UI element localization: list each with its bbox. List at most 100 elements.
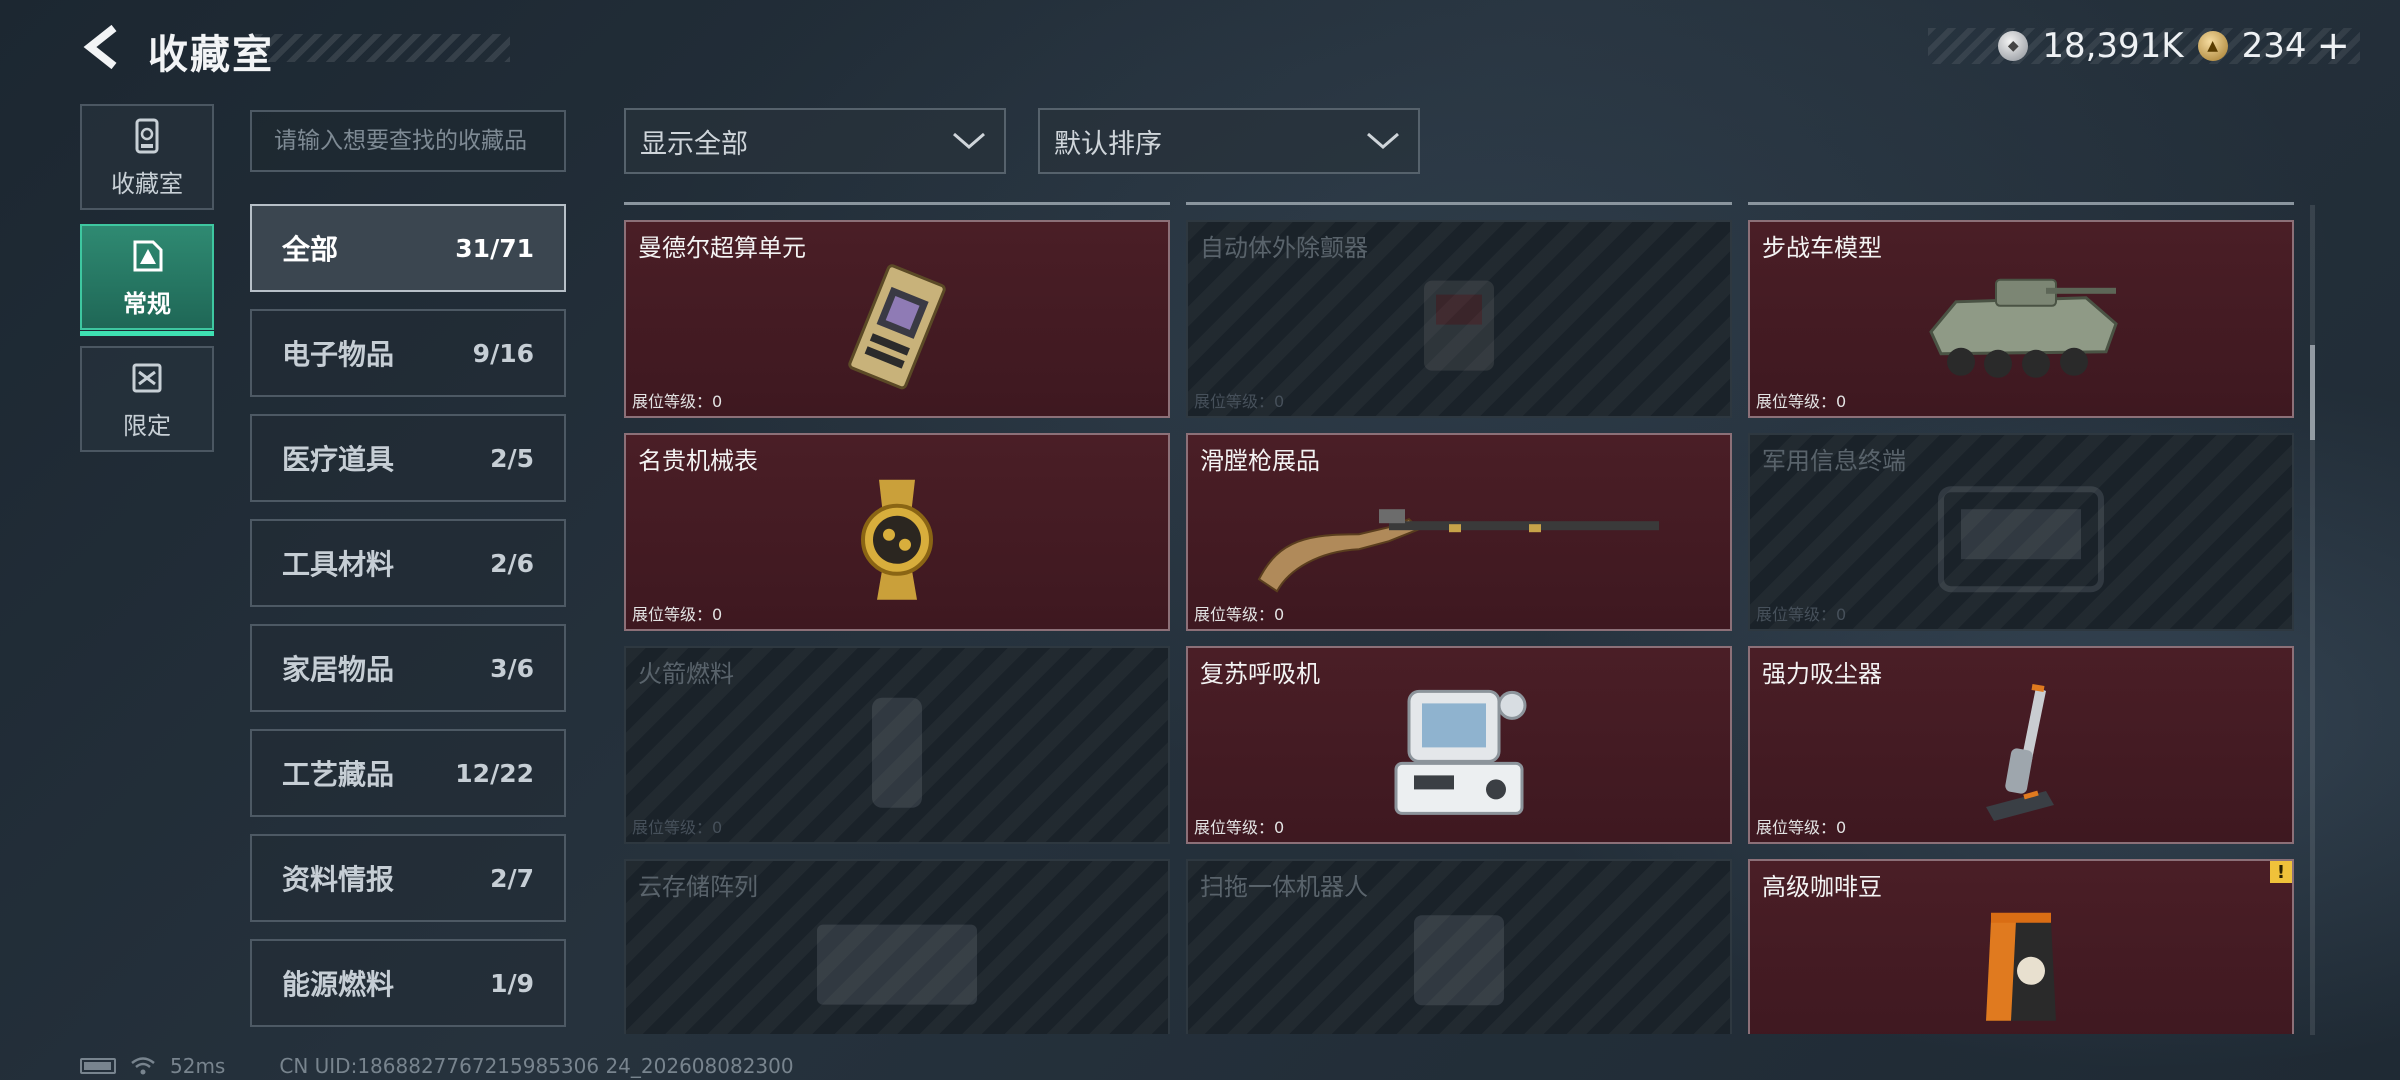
sort-dropdown[interactable]: 默认排序 xyxy=(1038,108,1420,174)
back-arrow-icon xyxy=(83,24,117,70)
status-bar: 52ms CN UID:1868827767215985306 24_20260… xyxy=(80,1054,794,1078)
currency-bar: ◆ 18,391K ▲ 234 + xyxy=(1928,23,2360,69)
item-name: 高级咖啡豆 xyxy=(1762,873,1882,901)
item-level: 展位等级：0 xyxy=(632,392,723,411)
item-level: 展位等级：0 xyxy=(632,605,723,624)
category-count: 3/6 xyxy=(490,653,534,683)
limited-crossed-icon xyxy=(132,363,162,392)
category-count: 1/9 xyxy=(490,968,534,998)
item-level: 展位等级：0 xyxy=(1756,392,1847,411)
gold-coin-icon: ▲ xyxy=(2197,31,2228,61)
item-name: 自动体外除颤器 xyxy=(1200,234,1368,262)
ventilator-icon xyxy=(1394,689,1527,815)
item-name: 名贵机械表 xyxy=(638,447,758,475)
collection-card-robot-vacuum[interactable]: 扫拖一体机器人 xyxy=(1186,859,1732,1034)
item-name: 步战车模型 xyxy=(1762,234,1882,262)
collection-card-rocket-fuel[interactable]: 火箭燃料 展位等级：0 xyxy=(624,646,1170,844)
item-name: 滑膛枪展品 xyxy=(1200,447,1320,475)
category-count: 31/71 xyxy=(455,233,534,263)
collection-card-storage-array[interactable]: 云存储阵列 xyxy=(624,859,1170,1034)
defibrillator-icon xyxy=(1424,280,1494,371)
show-filter-value: 显示全部 xyxy=(640,128,748,160)
mode-tab-collection-room[interactable]: 收藏室 xyxy=(80,104,214,210)
category-intel[interactable]: 资料情报 2/7 xyxy=(250,834,566,922)
chevron-down-icon xyxy=(1367,132,1399,149)
item-name: 强力吸尘器 xyxy=(1762,660,1882,688)
title-decoration xyxy=(255,34,510,62)
add-currency-button[interactable]: + xyxy=(2316,23,2350,69)
supercomputer-unit-icon xyxy=(848,264,946,390)
category-crafts[interactable]: 工艺藏品 12/22 xyxy=(250,729,566,817)
item-name: 曼德尔超算单元 xyxy=(638,234,806,262)
mode-tab-label: 常规 xyxy=(123,289,171,318)
collection-card-watch[interactable]: 名贵机械表 展位等级：0 xyxy=(624,433,1170,631)
category-count: 12/22 xyxy=(455,758,534,788)
display-case-icon xyxy=(135,118,159,153)
item-name: 扫拖一体机器人 xyxy=(1200,873,1368,901)
category-label: 家居物品 xyxy=(282,653,395,686)
category-label: 全部 xyxy=(282,233,339,266)
item-level: 展位等级：0 xyxy=(1194,818,1285,837)
collection-card-ifv-model[interactable]: 步战车模型 展位等级：0 xyxy=(1748,220,2294,418)
scrollbar-thumb[interactable] xyxy=(2310,345,2315,440)
category-label: 能源燃料 xyxy=(282,968,395,1001)
category-label: 医疗道具 xyxy=(282,443,395,476)
item-level: 展位等级：0 xyxy=(1194,392,1285,411)
collection-card-coffee-beans[interactable]: 高级咖啡豆 ! xyxy=(1748,859,2294,1034)
user-uid: CN UID:1868827767215985306 24_2026080823… xyxy=(279,1054,794,1078)
item-name: 火箭燃料 xyxy=(638,660,734,688)
item-level: 展位等级：0 xyxy=(1756,818,1847,837)
grid-scrollbar[interactable] xyxy=(2310,205,2315,1035)
collection-card-defibrillator[interactable]: 自动体外除颤器 展位等级：0 xyxy=(1186,220,1732,418)
ifv-model-icon xyxy=(1929,278,2118,378)
vacuum-cleaner-icon xyxy=(1986,684,2054,821)
search-input[interactable] xyxy=(250,110,566,172)
collection-card-military-terminal[interactable]: 军用信息终端 展位等级：0 xyxy=(1748,433,2294,631)
category-count: 2/5 xyxy=(490,443,534,473)
category-label: 资料情报 xyxy=(282,863,395,896)
category-energy[interactable]: 能源燃料 1/9 xyxy=(250,939,566,1027)
top-bar: 收藏室 ◆ 18,391K ▲ 234 + xyxy=(0,0,2400,100)
category-label: 电子物品 xyxy=(282,338,395,371)
category-electronics[interactable]: 电子物品 9/16 xyxy=(250,309,566,397)
coffee-bag-icon xyxy=(1986,912,2056,1021)
military-terminal-icon xyxy=(1938,486,2104,593)
collection-card-musket[interactable]: 滑膛枪展品 展位等级：0 xyxy=(1186,433,1732,631)
category-household[interactable]: 家居物品 3/6 xyxy=(250,624,566,712)
musket-icon xyxy=(1257,509,1659,593)
mechanical-watch-icon xyxy=(861,479,933,600)
robot-vacuum-icon xyxy=(1414,915,1504,1006)
silver-coin-icon: ◆ xyxy=(1998,31,2029,61)
sort-value: 默认排序 xyxy=(1054,128,1162,160)
collection-card-vacuum[interactable]: 强力吸尘器 展位等级：0 xyxy=(1748,646,2294,844)
item-level: 展位等级：0 xyxy=(632,818,723,837)
category-count: 2/6 xyxy=(490,548,534,578)
category-label: 工艺藏品 xyxy=(282,758,395,791)
silver-currency-value: 18,391K xyxy=(2042,26,2184,66)
gold-currency-value: 234 xyxy=(2241,26,2307,66)
show-filter-dropdown[interactable]: 显示全部 xyxy=(624,108,1006,174)
collection-grid: 曼德尔超算单元 展位等级：0 自动体外除颤器 展位等级：0 步战车模型 展位等级… xyxy=(624,202,2300,1034)
category-count: 2/7 xyxy=(490,863,534,893)
category-medical[interactable]: 医疗道具 2/5 xyxy=(250,414,566,502)
item-name: 复苏呼吸机 xyxy=(1200,660,1320,688)
mode-tab-limited[interactable]: 限定 xyxy=(80,346,214,452)
back-button[interactable] xyxy=(78,22,128,72)
battery-icon xyxy=(80,1058,116,1074)
ping-value: 52ms xyxy=(170,1054,226,1078)
warning-badge-icon: ! xyxy=(2270,861,2292,883)
mode-tab-label: 限定 xyxy=(123,411,171,440)
mode-tab-label: 收藏室 xyxy=(111,169,183,198)
grid-divider xyxy=(624,202,2300,206)
collection-card-supercomputer[interactable]: 曼德尔超算单元 展位等级：0 xyxy=(624,220,1170,418)
item-name: 军用信息终端 xyxy=(1762,447,1906,475)
category-tools[interactable]: 工具材料 2/6 xyxy=(250,519,566,607)
wifi-icon xyxy=(131,1057,155,1075)
category-label: 工具材料 xyxy=(282,548,395,581)
category-all[interactable]: 全部 31/71 xyxy=(250,204,566,292)
mode-tab-regular[interactable]: 常规 xyxy=(80,224,214,336)
warning-frame-icon xyxy=(133,240,163,271)
collection-card-ventilator[interactable]: 复苏呼吸机 展位等级：0 xyxy=(1186,646,1732,844)
item-name: 云存储阵列 xyxy=(638,873,758,901)
item-level: 展位等级：0 xyxy=(1756,605,1847,624)
